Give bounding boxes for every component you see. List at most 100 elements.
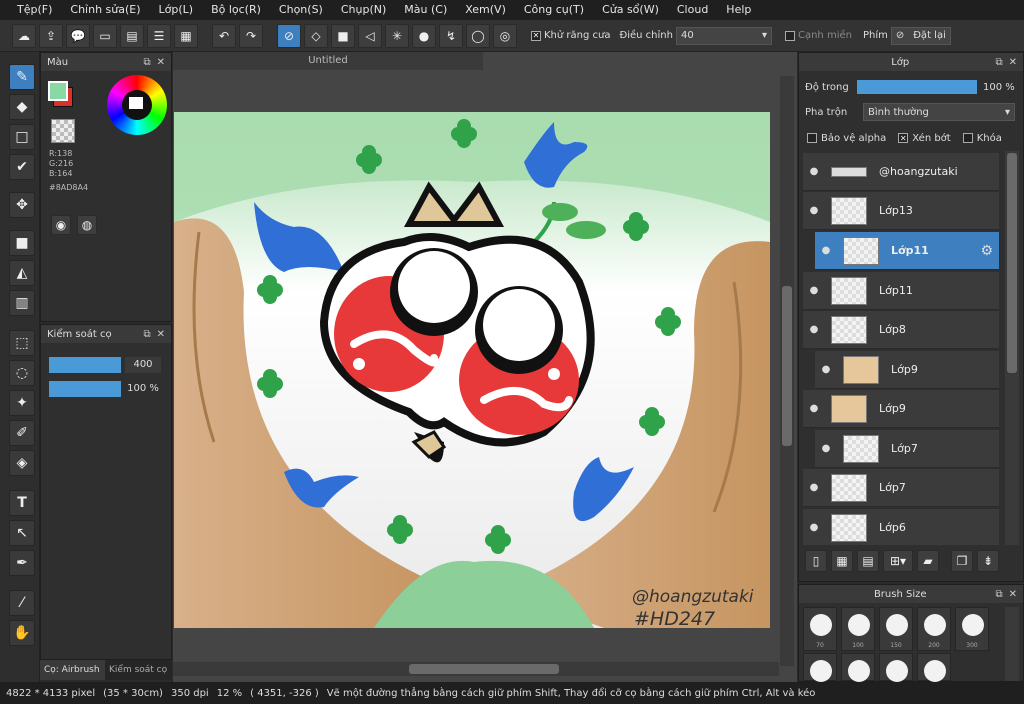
horizontal-scrollbar[interactable] — [173, 662, 779, 676]
blend-mode-select[interactable]: Bình thường ▾ — [863, 103, 1015, 121]
list-icon[interactable]: ☰ — [147, 23, 171, 48]
comment-icon[interactable]: 💬 — [66, 23, 90, 48]
brush-opacity-value[interactable]: 100 % — [125, 381, 161, 397]
menu-item[interactable]: Chụp(N) — [332, 0, 395, 20]
layer-scrollbar[interactable] — [1005, 151, 1019, 545]
eye-icon[interactable]: ● — [803, 522, 825, 533]
gear-icon[interactable]: ⚙ — [980, 243, 993, 259]
horizontal-scroll-thumb[interactable] — [409, 664, 559, 674]
eyedropper-icon[interactable]: ⁄ — [9, 590, 35, 616]
layer-row[interactable]: ● Lớp7 — [815, 430, 999, 468]
grid-icon[interactable]: ▦ — [174, 23, 198, 48]
layer-row[interactable]: ● Lớp11 — [803, 272, 999, 310]
eye-icon[interactable]: ● — [803, 482, 825, 493]
gradient-tool-icon[interactable]: ▥ — [9, 290, 35, 316]
reset-button[interactable]: ⊘ Đặt lại — [890, 26, 951, 45]
layer-row-selected[interactable]: ● Lớp11 ⚙ — [815, 232, 999, 270]
menu-item[interactable]: Bộ lọc(R) — [202, 0, 270, 20]
brush-size-preset[interactable]: 300 — [955, 607, 989, 651]
marquee-icon[interactable]: ⬚ — [9, 330, 35, 356]
brush-size-value[interactable]: 400 — [125, 357, 161, 373]
brush-size-scrollbar[interactable] — [1005, 607, 1019, 681]
antialias-checkbox[interactable]: ✕ — [531, 30, 541, 41]
menu-item[interactable]: Cửa sổ(W) — [593, 0, 668, 20]
close-icon[interactable]: ✕ — [1009, 57, 1017, 68]
export-icon[interactable]: ⇪ — [39, 23, 63, 48]
popout-icon[interactable]: ⧉ — [143, 57, 150, 68]
color-wheel[interactable] — [107, 75, 167, 135]
rect-select-icon[interactable]: □ — [9, 124, 35, 150]
popout-icon[interactable]: ⧉ — [143, 329, 150, 340]
no-selection-icon[interactable]: ⊘ — [277, 23, 301, 48]
eye-icon[interactable]: ● — [803, 324, 825, 335]
add-layer-menu-icon[interactable]: ⊞▾ — [883, 550, 913, 572]
layer-opacity-slider[interactable] — [857, 80, 977, 94]
eye-icon[interactable]: ● — [803, 403, 825, 414]
lock-checkbox[interactable] — [962, 133, 973, 143]
brush-size-preset[interactable]: 70 — [803, 607, 837, 651]
new-layer-icon[interactable]: ▯ — [805, 550, 827, 572]
layer-row[interactable]: ● Lớp8 — [803, 311, 999, 349]
snap-checkbox[interactable] — [784, 30, 795, 41]
perspective-icon[interactable]: ◇ — [304, 23, 328, 48]
protect-alpha-checkbox[interactable] — [807, 133, 817, 143]
new-halftone-layer-icon[interactable]: ▦ — [831, 550, 853, 572]
brush-tool-icon[interactable]: ✎ — [9, 64, 35, 90]
circle-icon[interactable]: ● — [412, 23, 436, 48]
palette-icon[interactable]: ◉ — [51, 215, 71, 235]
select-pen-icon[interactable]: ✐ — [9, 420, 35, 446]
vertical-scroll-thumb[interactable] — [782, 286, 792, 446]
popout-icon[interactable]: ⧉ — [995, 589, 1002, 600]
cloud-icon[interactable]: ☁ — [12, 23, 36, 48]
document-icon[interactable]: ▤ — [120, 23, 144, 48]
brush-size-preset[interactable] — [841, 653, 875, 682]
merge-layer-icon[interactable]: ⇟ — [977, 550, 999, 572]
ellipse-icon[interactable]: ◯ — [466, 23, 490, 48]
move-tool-icon[interactable]: ✥ — [9, 192, 35, 218]
document-tab[interactable]: Untitled — [173, 52, 483, 70]
layer-row[interactable]: ● Lớp13 — [803, 192, 999, 230]
menu-item[interactable]: Xem(V) — [456, 0, 515, 20]
close-icon[interactable]: ✕ — [1009, 589, 1017, 600]
brush-size-preset[interactable] — [879, 653, 913, 682]
tab-brush-control[interactable]: Kiểm soát cọ — [105, 660, 172, 680]
menu-item[interactable]: Cloud — [668, 0, 717, 20]
hand-tool-icon[interactable]: ✋ — [9, 620, 35, 646]
eraser-tool-icon[interactable]: ◆ — [9, 94, 35, 120]
brush-size-preset[interactable]: 100 — [841, 607, 875, 651]
undo-icon[interactable]: ↶ — [212, 23, 236, 48]
popout-icon[interactable]: ⧉ — [995, 57, 1002, 68]
foreground-color-swatch[interactable] — [48, 81, 68, 101]
close-icon[interactable]: ✕ — [157, 57, 165, 68]
brush-size-preset[interactable] — [917, 653, 951, 682]
vertical-scrollbar[interactable] — [780, 76, 794, 666]
eye-icon[interactable]: ● — [815, 245, 837, 256]
eye-icon[interactable]: ● — [803, 166, 825, 177]
duplicate-layer-icon[interactable]: ❐ — [951, 550, 973, 572]
layer-row[interactable]: ● @hoangzutaki — [803, 153, 999, 191]
lasso-brush-icon[interactable]: ✔ — [9, 154, 35, 180]
correction-select[interactable]: 40 ▾ — [675, 26, 772, 45]
clipping-checkbox[interactable]: ✕ — [898, 133, 909, 143]
close-icon[interactable]: ✕ — [157, 329, 165, 340]
folder-icon[interactable]: ▰ — [917, 550, 939, 572]
brush-size-slider[interactable] — [49, 357, 121, 373]
layer-row[interactable]: ● Lớp7 — [803, 469, 999, 507]
color-set-icon[interactable]: ◍ — [77, 215, 97, 235]
menu-item[interactable]: Chỉnh sửa(E) — [61, 0, 149, 20]
brush-opacity-slider[interactable] — [49, 381, 121, 397]
layer-scroll-thumb[interactable] — [1007, 153, 1017, 373]
redo-icon[interactable]: ↷ — [239, 23, 263, 48]
curve-icon[interactable]: ↯ — [439, 23, 463, 48]
radial-icon[interactable]: ✳ — [385, 23, 409, 48]
eye-icon[interactable]: ● — [803, 205, 825, 216]
menu-item[interactable]: Tệp(F) — [8, 0, 61, 20]
artwork-canvas[interactable]: @hoangzutaki #HD247 — [174, 112, 770, 628]
brush-size-preset[interactable]: 200 — [917, 607, 951, 651]
message-icon[interactable]: ▭ — [93, 23, 117, 48]
transparent-swatch[interactable] — [51, 119, 75, 143]
menu-item[interactable]: Lớp(L) — [150, 0, 203, 20]
layer-row[interactable]: ● Lớp9 — [803, 390, 999, 428]
layer-row[interactable]: ● Lớp9 — [815, 351, 999, 389]
operation-tool-icon[interactable]: ↖ — [9, 520, 35, 546]
